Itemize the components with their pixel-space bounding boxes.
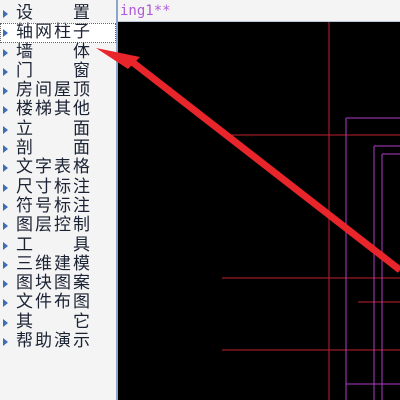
menu-item-label: 设 置 (16, 3, 90, 23)
menu-item-doors-windows[interactable]: 门 窗 (0, 60, 116, 81)
menu-item-label: 图层控制 (16, 215, 90, 236)
triangle-right-icon (3, 145, 8, 154)
menu-item-label: 文字表格 (16, 157, 90, 178)
menu-item-label: 图块图案 (16, 273, 90, 294)
triangle-right-icon (3, 29, 8, 38)
menu-item-label: 尺寸标注 (16, 176, 90, 197)
menu-item-section[interactable]: 剖 面 (0, 139, 116, 158)
menu-item-dimensions[interactable]: 尺寸标注 (0, 176, 116, 197)
menu-item-label: 剖 面 (16, 138, 90, 159)
triangle-right-icon (3, 280, 8, 289)
triangle-right-icon (3, 183, 8, 192)
menu-item-walls[interactable]: 墙 体 (0, 41, 116, 62)
menu-item-file-layout[interactable]: 文件布图 (0, 293, 116, 312)
menu-item-label: 其 它 (16, 311, 90, 332)
menu-item-other[interactable]: 其 它 (0, 311, 116, 332)
menu-item-label: 文件布图 (16, 292, 90, 313)
menu-item-label: 工 具 (16, 234, 90, 255)
drawing-canvas[interactable] (118, 22, 400, 400)
triangle-right-icon (3, 87, 8, 96)
menu-item-help-demo[interactable]: 帮助演示 (0, 332, 116, 351)
triangle-right-icon (3, 202, 8, 211)
triangle-right-icon (3, 241, 8, 250)
document-tab-bar: ing1** (118, 0, 400, 22)
app-window: 设 置 轴网柱子 墙 体 门 窗 房间屋顶 楼梯其他 立 面 剖 面 文字表格 … (0, 0, 400, 400)
menu-item-label: 立 面 (16, 118, 90, 139)
menu-item-label: 墙 体 (16, 41, 90, 62)
menu-item-3d-modeling[interactable]: 三维建模 (0, 253, 116, 274)
menu-item-symbol-annotation[interactable]: 符号标注 (0, 195, 116, 216)
menu-item-stairs-other[interactable]: 楼梯其他 (0, 100, 116, 119)
triangle-right-icon (3, 260, 8, 269)
menu-item-tools[interactable]: 工 具 (0, 234, 116, 255)
menu-item-label: 三维建模 (16, 253, 90, 274)
triangle-right-icon (3, 318, 8, 327)
menu-item-label: 门 窗 (16, 60, 90, 81)
triangle-right-icon (3, 125, 8, 134)
triangle-right-icon (3, 299, 8, 308)
menu-item-settings[interactable]: 设 置 (0, 4, 116, 23)
menu-item-label: 楼梯其他 (16, 99, 90, 120)
menu-item-label: 符号标注 (16, 195, 90, 216)
triangle-right-icon (3, 222, 8, 231)
menu-item-label: 轴网柱子 (16, 22, 90, 43)
menu-item-elevation[interactable]: 立 面 (0, 118, 116, 139)
triangle-right-icon (3, 67, 8, 76)
menu-item-layer-control[interactable]: 图层控制 (0, 216, 116, 235)
menu-item-axis-grid-columns[interactable]: 轴网柱子 (0, 22, 116, 43)
document-tab[interactable]: ing1** (120, 2, 171, 20)
triangle-right-icon (3, 106, 8, 115)
menu-item-text-tables[interactable]: 文字表格 (0, 158, 116, 177)
triangle-right-icon (3, 10, 8, 18)
menu-item-label: 房间屋顶 (16, 80, 90, 101)
cad-drawing (222, 22, 400, 400)
menu-item-rooms-roofs[interactable]: 房间屋顶 (0, 81, 116, 100)
menu-item-blocks-patterns[interactable]: 图块图案 (0, 274, 116, 293)
menu-item-label: 帮助演示 (16, 331, 90, 352)
triangle-right-icon (3, 338, 8, 347)
triangle-right-icon (3, 48, 8, 57)
tool-menu-panel: 设 置 轴网柱子 墙 体 门 窗 房间屋顶 楼梯其他 立 面 剖 面 文字表格 … (0, 0, 118, 400)
tool-menu-list: 设 置 轴网柱子 墙 体 门 窗 房间屋顶 楼梯其他 立 面 剖 面 文字表格 … (0, 0, 116, 351)
triangle-right-icon (3, 164, 8, 173)
